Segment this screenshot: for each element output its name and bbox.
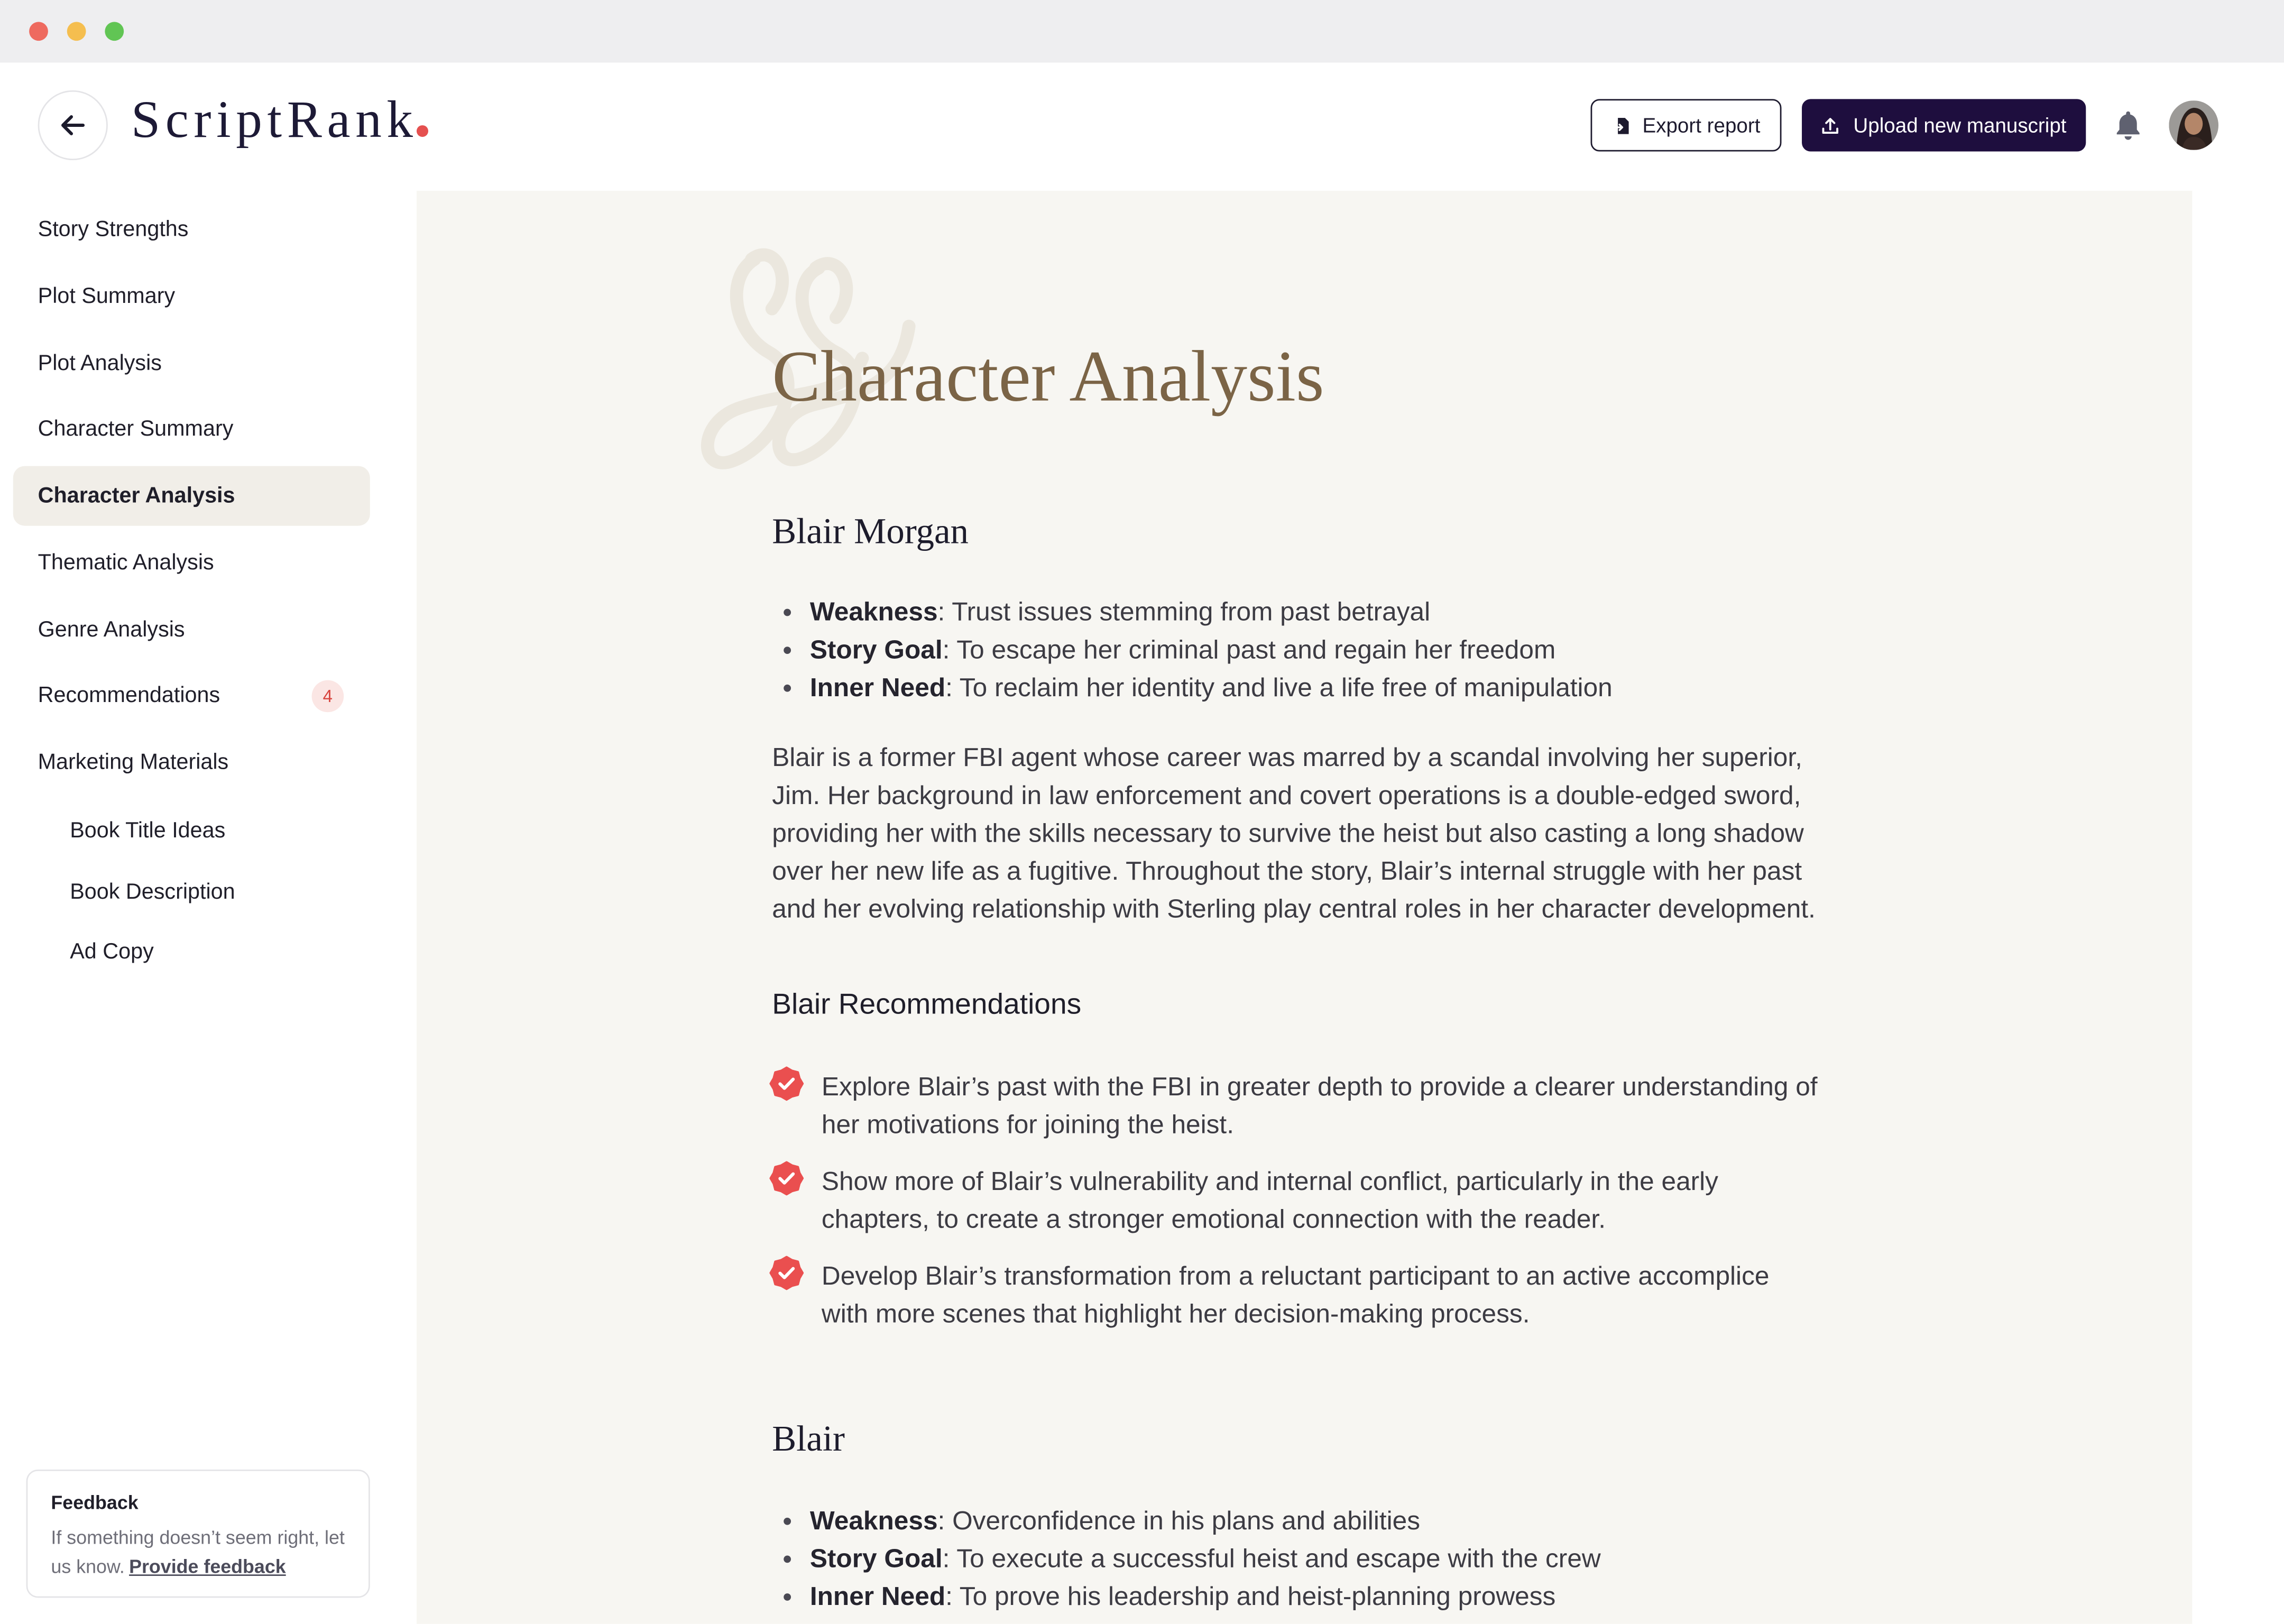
sidebar-subitem-book-title-ideas[interactable]: Book Title Ideas bbox=[13, 801, 370, 861]
recommendation-item: Develop Blair’s transformation from a re… bbox=[769, 1256, 1847, 1333]
feedback-card: Feedback If something doesn’t seem right… bbox=[26, 1469, 370, 1598]
recommendation-text: Explore Blair’s past with the FBI in gre… bbox=[821, 1072, 1818, 1139]
window-maximize-button[interactable] bbox=[104, 22, 123, 41]
trait-value: : To prove his leadership and heist-plan… bbox=[945, 1582, 1556, 1611]
sidebar-item-label: Marketing Materials bbox=[38, 750, 229, 775]
upload-icon bbox=[1821, 116, 1840, 135]
trait-item: Weakness: Trust issues stemming from pas… bbox=[772, 593, 1613, 631]
bell-icon[interactable] bbox=[2114, 109, 2143, 142]
trait-item: Weakness: Overconfidence in his plans an… bbox=[772, 1502, 1601, 1540]
trait-item: Inner Need: To prove his leadership and … bbox=[772, 1577, 1601, 1616]
sidebar-item-label: Character Analysis bbox=[38, 483, 235, 509]
trait-value: : Overconfidence in his plans and abilit… bbox=[937, 1506, 1421, 1535]
recommendation-item: Show more of Blair’s vulnerability and i… bbox=[769, 1161, 1847, 1238]
sidebar-item-label: Genre Analysis bbox=[38, 616, 185, 642]
trait-item: Story Goal: To execute a successful heis… bbox=[772, 1539, 1601, 1577]
trait-label: Inner Need bbox=[809, 1582, 946, 1611]
app-logo[interactable]: ScriptRank bbox=[131, 87, 428, 151]
trait-value: : Trust issues stemming from past betray… bbox=[937, 597, 1431, 626]
sidebar-subitem-label: Ad Copy bbox=[70, 939, 154, 965]
feedback-title: Feedback bbox=[51, 1491, 139, 1514]
sidebar-item-label: Character Summary bbox=[38, 417, 234, 442]
character-traits-list: Weakness: Trust issues stemming from pas… bbox=[772, 593, 1613, 706]
trait-item: Story Goal: To escape her criminal past … bbox=[772, 631, 1613, 669]
sidebar-item-label: Plot Summary bbox=[38, 283, 176, 309]
window-titlebar bbox=[0, 0, 2284, 63]
recommendations-heading: Blair Recommendations bbox=[772, 989, 1082, 1021]
trait-label: Story Goal bbox=[809, 1544, 943, 1573]
export-file-icon bbox=[1612, 116, 1631, 135]
logo-dot bbox=[416, 125, 428, 137]
recommendation-item: Explore Blair’s past with the FBI in gre… bbox=[769, 1066, 1847, 1143]
character-name: Blair bbox=[772, 1420, 845, 1460]
sidebar-subitem-ad-copy[interactable]: Ad Copy bbox=[13, 922, 370, 982]
sidebar-item-character-summary[interactable]: Character Summary bbox=[13, 400, 370, 459]
check-badge-icon bbox=[769, 1161, 804, 1196]
export-report-label: Export report bbox=[1642, 113, 1761, 137]
window-close-button[interactable] bbox=[28, 22, 48, 41]
sidebar-subnav-marketing: Book Title Ideas Book Description Ad Cop… bbox=[13, 801, 370, 982]
recommendation-text: Show more of Blair’s vulnerability and i… bbox=[821, 1166, 1718, 1234]
trait-label: Inner Need bbox=[809, 672, 946, 702]
sidebar-item-label: Thematic Analysis bbox=[38, 550, 214, 575]
page-title: Character Analysis bbox=[772, 335, 1324, 417]
sidebar-item-label: Plot Analysis bbox=[38, 350, 162, 375]
app-window: ScriptRank Export report Upload new manu… bbox=[0, 0, 2284, 1624]
sidebar-item-marketing-materials[interactable]: Marketing Materials bbox=[13, 733, 370, 792]
upload-manuscript-label: Upload new manuscript bbox=[1853, 113, 2067, 137]
sidebar-item-recommendations[interactable]: Recommendations 4 bbox=[13, 666, 370, 726]
sidebar-item-thematic-analysis[interactable]: Thematic Analysis bbox=[13, 533, 370, 593]
sidebar-nav: Story Strengths Plot Summary Plot Analys… bbox=[13, 199, 370, 799]
back-button[interactable] bbox=[38, 90, 108, 161]
upload-manuscript-button[interactable]: Upload new manuscript bbox=[1802, 99, 2086, 152]
trait-label: Weakness bbox=[809, 1506, 938, 1535]
recommendations-count-badge: 4 bbox=[311, 679, 344, 712]
character-name: Blair Morgan bbox=[772, 512, 969, 552]
sidebar-subitem-book-description[interactable]: Book Description bbox=[13, 862, 370, 922]
export-report-button[interactable]: Export report bbox=[1590, 99, 1782, 152]
trait-label: Weakness bbox=[809, 597, 938, 626]
character-traits-list: Weakness: Overconfidence in his plans an… bbox=[772, 1502, 1601, 1616]
trait-value: : To reclaim her identity and live a lif… bbox=[945, 672, 1613, 702]
sidebar-item-plot-analysis[interactable]: Plot Analysis bbox=[13, 333, 370, 393]
check-badge-icon bbox=[769, 1256, 804, 1290]
trait-label: Story Goal bbox=[809, 635, 943, 665]
trait-item: Inner Need: To reclaim her identity and … bbox=[772, 669, 1613, 707]
logo-text: ScriptRank bbox=[131, 90, 418, 149]
user-avatar-icon[interactable] bbox=[2169, 100, 2219, 150]
window-minimize-button[interactable] bbox=[66, 22, 86, 41]
sidebar-subitem-label: Book Title Ideas bbox=[70, 819, 226, 844]
sidebar-item-genre-analysis[interactable]: Genre Analysis bbox=[13, 599, 370, 659]
sidebar-item-story-strengths[interactable]: Story Strengths bbox=[13, 199, 370, 259]
trait-value: : To escape her criminal past and regain… bbox=[942, 635, 1556, 665]
sidebar-item-plot-summary[interactable]: Plot Summary bbox=[13, 266, 370, 326]
provide-feedback-link[interactable]: Provide feedback bbox=[129, 1555, 286, 1577]
recommendation-text: Develop Blair’s transformation from a re… bbox=[821, 1261, 1770, 1328]
check-badge-icon bbox=[769, 1066, 804, 1101]
feedback-text: If something doesn’t seem right, let us … bbox=[51, 1524, 345, 1582]
character-description: Blair is a former FBI agent whose career… bbox=[772, 743, 1816, 924]
sidebar-item-character-analysis[interactable]: Character Analysis bbox=[13, 466, 370, 526]
arrow-left-icon bbox=[61, 115, 85, 135]
sidebar-subitem-label: Book Description bbox=[70, 879, 235, 905]
sidebar-item-label: Story Strengths bbox=[38, 217, 189, 242]
sidebar-item-label: Recommendations bbox=[38, 683, 220, 708]
recommendations-list: Explore Blair’s past with the FBI in gre… bbox=[769, 1066, 1847, 1351]
trait-value: : To execute a successful heist and esca… bbox=[942, 1544, 1601, 1573]
